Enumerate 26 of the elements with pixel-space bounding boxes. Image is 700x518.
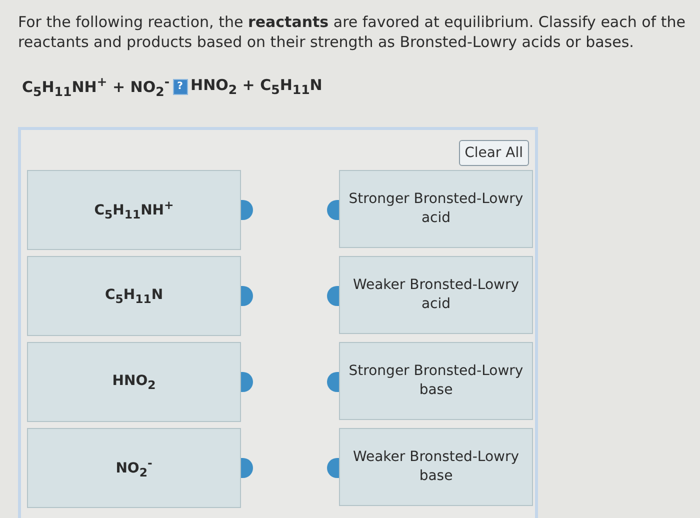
connector-tab-icon[interactable] [241, 286, 253, 306]
category-label: Stronger Bronsted-Lowry acid [348, 190, 524, 228]
species-card[interactable]: C$_{5}$H$_{11}$NH$^{+}$ [27, 170, 241, 250]
connector-tab-icon[interactable] [241, 200, 253, 220]
broken-image-icon: ? [172, 78, 188, 94]
category-card[interactable]: Stronger Bronsted-Lowry base [339, 342, 533, 420]
category-label: Stronger Bronsted-Lowry base [348, 362, 524, 400]
connector-tab-icon[interactable] [241, 372, 253, 392]
equation-products: HNO$_{2}$ + C$_{5}$H$_{11}$N [190, 76, 322, 97]
connector-tab-icon[interactable] [327, 286, 339, 306]
species-label: C$_{5}$H$_{11}$N [104, 286, 164, 306]
category-label: Weaker Bronsted-Lowry base [352, 448, 520, 486]
category-card[interactable]: Weaker Bronsted-Lowry base [339, 428, 533, 506]
species-card[interactable]: C$_{5}$H$_{11}$N [27, 256, 241, 336]
category-card[interactable]: Stronger Bronsted-Lowry acid [339, 170, 533, 248]
connector-tab-icon[interactable] [327, 372, 339, 392]
species-label: HNO$_{2}$ [112, 372, 156, 392]
species-card[interactable]: HNO$_{2}$ [27, 342, 241, 422]
category-label: Weaker Bronsted-Lowry acid [352, 276, 520, 314]
connector-tab-icon[interactable] [241, 458, 253, 478]
question-text: For the following reaction, the reactants are favored at equilibrium. Classify each of the reactants and products based on their strength as Bronsted-Lowry acids or bases. [18, 12, 686, 52]
connector-tab-icon[interactable] [327, 200, 339, 220]
connector-tab-icon[interactable] [327, 458, 339, 478]
clear-all-button[interactable]: Clear All [458, 140, 529, 166]
species-label: C$_{5}$H$_{11}$NH$^{+}$ [94, 198, 174, 222]
category-card[interactable]: Weaker Bronsted-Lowry acid [339, 256, 533, 334]
